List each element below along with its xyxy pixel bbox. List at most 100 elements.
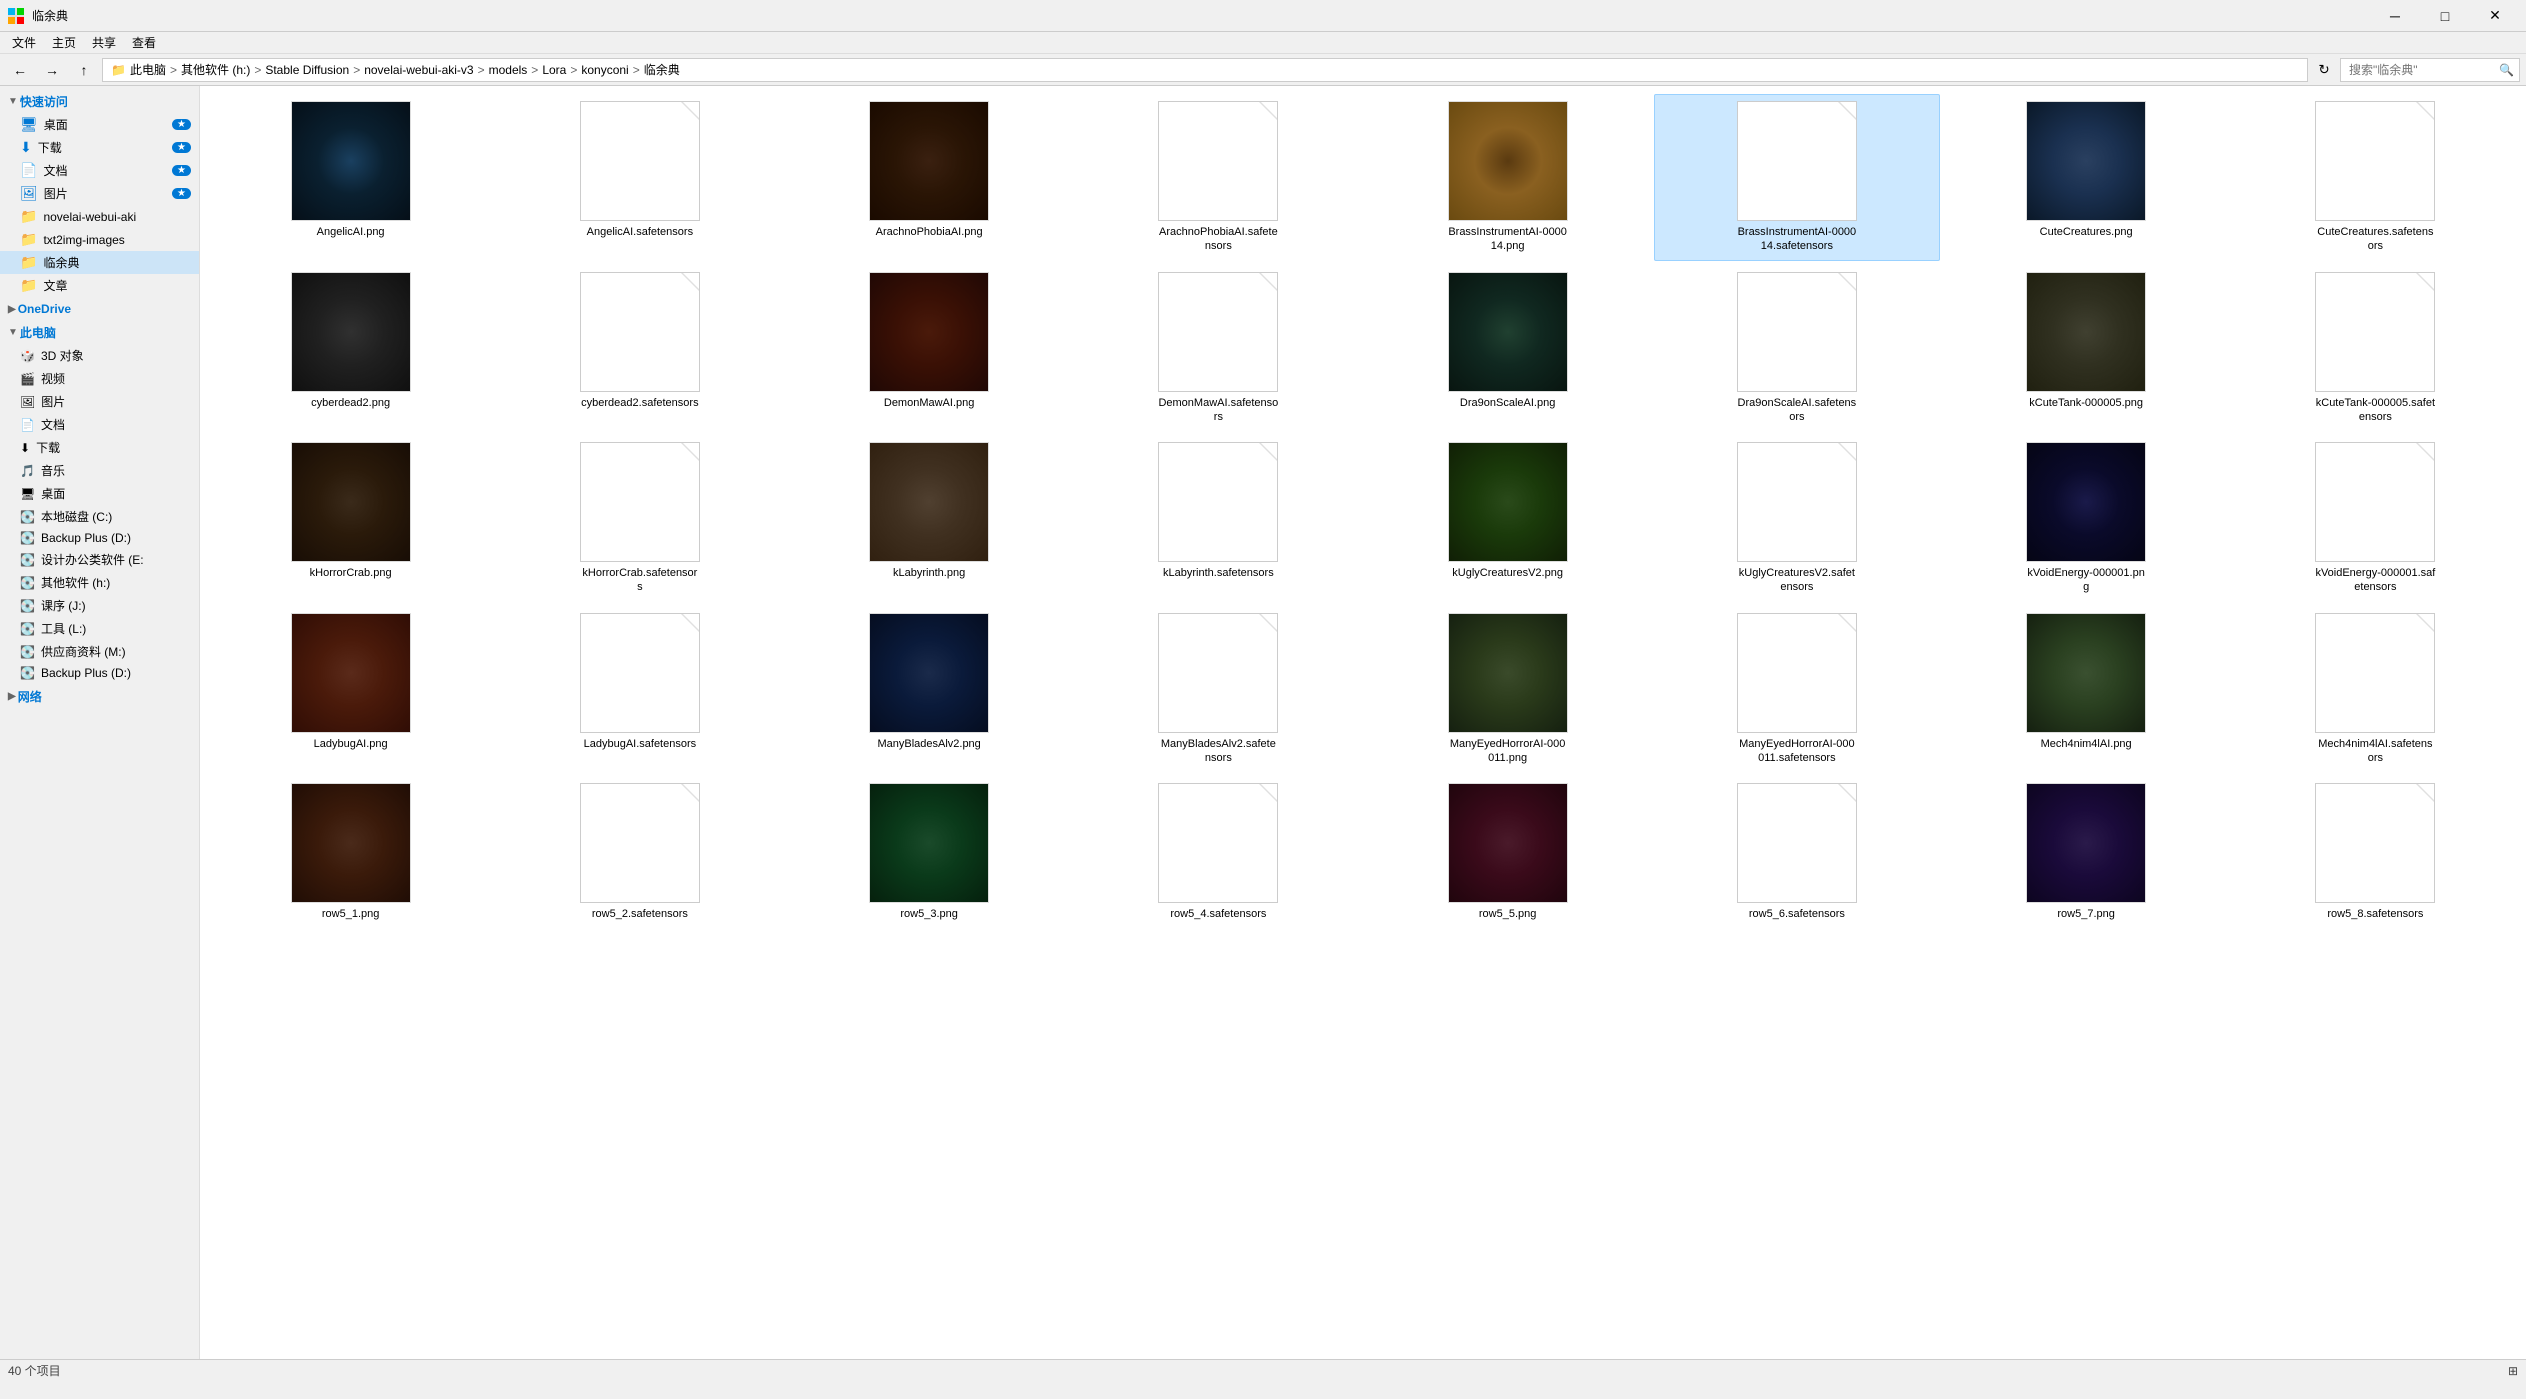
file-item[interactable]: kLabyrinth.safetensors — [1076, 435, 1361, 602]
file-item[interactable]: LadybugAI.png — [208, 606, 493, 773]
file-item[interactable]: BrassInstrumentAI-000014.png — [1365, 94, 1650, 261]
sidebar-item-c[interactable]: 💽 本地磁盘 (C:) — [0, 505, 199, 528]
search-input[interactable] — [2340, 58, 2520, 82]
sidebar-label-doc2: 文档 — [41, 416, 65, 433]
file-name: kHorrorCrab.png — [310, 566, 392, 580]
file-item[interactable]: AngelicAI.safetensors — [497, 94, 782, 261]
window-title: 临余典 — [32, 7, 68, 24]
file-item[interactable]: DemonMawAI.png — [787, 265, 1072, 432]
file-item[interactable]: Mech4nim4lAI.png — [1944, 606, 2229, 773]
file-item[interactable]: row5_3.png — [787, 776, 1072, 928]
file-item[interactable]: cyberdead2.safetensors — [497, 265, 782, 432]
sidebar-item-dl2[interactable]: ⬇ 下载 — [0, 436, 199, 459]
sidebar-item-novelai[interactable]: 📁 novelai-webui-aki — [0, 205, 199, 228]
file-item[interactable]: row5_5.png — [1365, 776, 1650, 928]
file-item[interactable]: ManyBladesAlv2.safetensors — [1076, 606, 1361, 773]
file-item[interactable]: ManyEyedHorrorAI-000011.safetensors — [1654, 606, 1939, 773]
sidebar-item-m[interactable]: 💽 供应商资料 (M:) — [0, 640, 199, 663]
sidebar-label-dl2: 下载 — [36, 439, 60, 456]
file-item[interactable]: cyberdead2.png — [208, 265, 493, 432]
file-item[interactable]: row5_6.safetensors — [1654, 776, 1939, 928]
file-item[interactable]: ArachnoPhobiaAI.safetensors — [1076, 94, 1361, 261]
file-item[interactable]: ArachnoPhobiaAI.png — [787, 94, 1072, 261]
sidebar-item-doc2[interactable]: 📄 文档 — [0, 413, 199, 436]
file-item[interactable]: LadybugAI.safetensors — [497, 606, 782, 773]
minimize-button[interactable]: ─ — [2372, 0, 2418, 32]
sidebar-item-j[interactable]: 💽 课序 (J:) — [0, 594, 199, 617]
file-item[interactable]: BrassInstrumentAI-000014.safetensors — [1654, 94, 1939, 261]
sidebar-item-docs[interactable]: 📄 文档 ★ — [0, 159, 199, 182]
path-konyconi[interactable]: konyconi — [581, 63, 628, 77]
sidebar-item-pictures[interactable]: 🖼 图片 ★ — [0, 182, 199, 205]
sidebar-label-m: 供应商资料 (M:) — [41, 643, 126, 660]
path-current[interactable]: 临余典 — [644, 61, 680, 78]
file-item[interactable]: kHorrorCrab.safetensors — [497, 435, 782, 602]
file-item[interactable]: kHorrorCrab.png — [208, 435, 493, 602]
file-item[interactable]: AngelicAI.png — [208, 94, 493, 261]
file-item[interactable]: row5_8.safetensors — [2233, 776, 2518, 928]
sidebar-item-e[interactable]: 💽 设计办公类软件 (E: — [0, 548, 199, 571]
file-item[interactable]: kUglyCreaturesV2.png — [1365, 435, 1650, 602]
forward-button[interactable]: → — [38, 58, 66, 82]
sidebar-computer-header[interactable]: ▼ 此电脑 — [0, 321, 199, 344]
sidebar-label-txt2img: txt2img-images — [43, 233, 124, 247]
file-item[interactable]: kUglyCreaturesV2.safetensors — [1654, 435, 1939, 602]
sidebar-item-music[interactable]: 🎵 音乐 — [0, 459, 199, 482]
sidebar-item-h[interactable]: 💽 其他软件 (h:) — [0, 571, 199, 594]
close-button[interactable]: ✕ — [2472, 0, 2518, 32]
file-item[interactable]: ManyBladesAlv2.png — [787, 606, 1072, 773]
file-item[interactable]: DemonMawAI.safetensors — [1076, 265, 1361, 432]
file-name: LadybugAI.png — [314, 737, 388, 751]
menu-view[interactable]: 查看 — [124, 32, 164, 53]
path-drive[interactable]: 其他软件 (h:) — [181, 61, 250, 78]
file-item[interactable]: CuteCreatures.safetensors — [2233, 94, 2518, 261]
file-item[interactable]: kLabyrinth.png — [787, 435, 1072, 602]
sidebar-item-download[interactable]: ⬇ 下载 ★ — [0, 136, 199, 159]
file-item[interactable]: row5_4.safetensors — [1076, 776, 1361, 928]
file-item[interactable]: row5_1.png — [208, 776, 493, 928]
file-item[interactable]: CuteCreatures.png — [1944, 94, 2229, 261]
sidebar-item-wenzhang[interactable]: 📁 文章 — [0, 274, 199, 297]
sidebar-network-header[interactable]: ▶ 网络 — [0, 685, 199, 708]
path-sd[interactable]: Stable Diffusion — [265, 63, 349, 77]
sidebar-item-3d[interactable]: 🎲 3D 对象 — [0, 344, 199, 367]
file-name: AngelicAI.safetensors — [587, 225, 693, 239]
sidebar-quick-access-header[interactable]: ▼ 快速访问 — [0, 90, 199, 113]
file-item[interactable]: kCuteTank-000005.png — [1944, 265, 2229, 432]
file-item[interactable]: kCuteTank-000005.safetensors — [2233, 265, 2518, 432]
file-item[interactable]: Dra9onScaleAI.safetensors — [1654, 265, 1939, 432]
menu-share[interactable]: 共享 — [84, 32, 124, 53]
file-item[interactable]: ManyEyedHorrorAI-000011.png — [1365, 606, 1650, 773]
sidebar-item-l[interactable]: 💽 工具 (L:) — [0, 617, 199, 640]
sidebar-label-d: Backup Plus (D:) — [41, 531, 131, 545]
file-item[interactable]: row5_7.png — [1944, 776, 2229, 928]
sidebar-item-txt2img[interactable]: 📁 txt2img-images — [0, 228, 199, 251]
address-path[interactable]: 📁 此电脑 > 其他软件 (h:) > Stable Diffusion > n… — [102, 58, 2308, 82]
back-button[interactable]: ← — [6, 58, 34, 82]
file-item[interactable]: row5_2.safetensors — [497, 776, 782, 928]
path-models[interactable]: models — [489, 63, 528, 77]
path-computer[interactable]: 此电脑 — [130, 61, 166, 78]
refresh-button[interactable]: ↻ — [2312, 58, 2336, 82]
file-item[interactable]: Dra9onScaleAI.png — [1365, 265, 1650, 432]
sidebar-item-d[interactable]: 💽 Backup Plus (D:) — [0, 528, 199, 548]
file-item[interactable]: kVoidEnergy-000001.safetensors — [2233, 435, 2518, 602]
sidebar-item-pic2[interactable]: 🖼 图片 — [0, 390, 199, 413]
up-button[interactable]: ↑ — [70, 58, 98, 82]
menu-file[interactable]: 文件 — [4, 32, 44, 53]
sidebar-onedrive-header[interactable]: ▶ OneDrive — [0, 299, 199, 319]
sidebar-item-video[interactable]: 🎬 视频 — [0, 367, 199, 390]
file-name: kLabyrinth.png — [893, 566, 965, 580]
sidebar-item-linyu[interactable]: 📁 临余典 — [0, 251, 199, 274]
path-lora[interactable]: Lora — [542, 63, 566, 77]
file-item[interactable]: kVoidEnergy-000001.png — [1944, 435, 2229, 602]
path-novelai[interactable]: novelai-webui-aki-v3 — [364, 63, 473, 77]
file-name: kVoidEnergy-000001.png — [2026, 566, 2146, 595]
maximize-button[interactable]: □ — [2422, 0, 2468, 32]
sidebar-item-d2[interactable]: 💽 Backup Plus (D:) — [0, 663, 199, 683]
file-item[interactable]: Mech4nim4lAI.safetensors — [2233, 606, 2518, 773]
sidebar-item-desktop[interactable]: 🖥 桌面 ★ — [0, 113, 199, 136]
sidebar-item-desk2[interactable]: 🖥 桌面 — [0, 482, 199, 505]
menu-home[interactable]: 主页 — [44, 32, 84, 53]
file-name: BrassInstrumentAI-000014.png — [1448, 225, 1568, 254]
